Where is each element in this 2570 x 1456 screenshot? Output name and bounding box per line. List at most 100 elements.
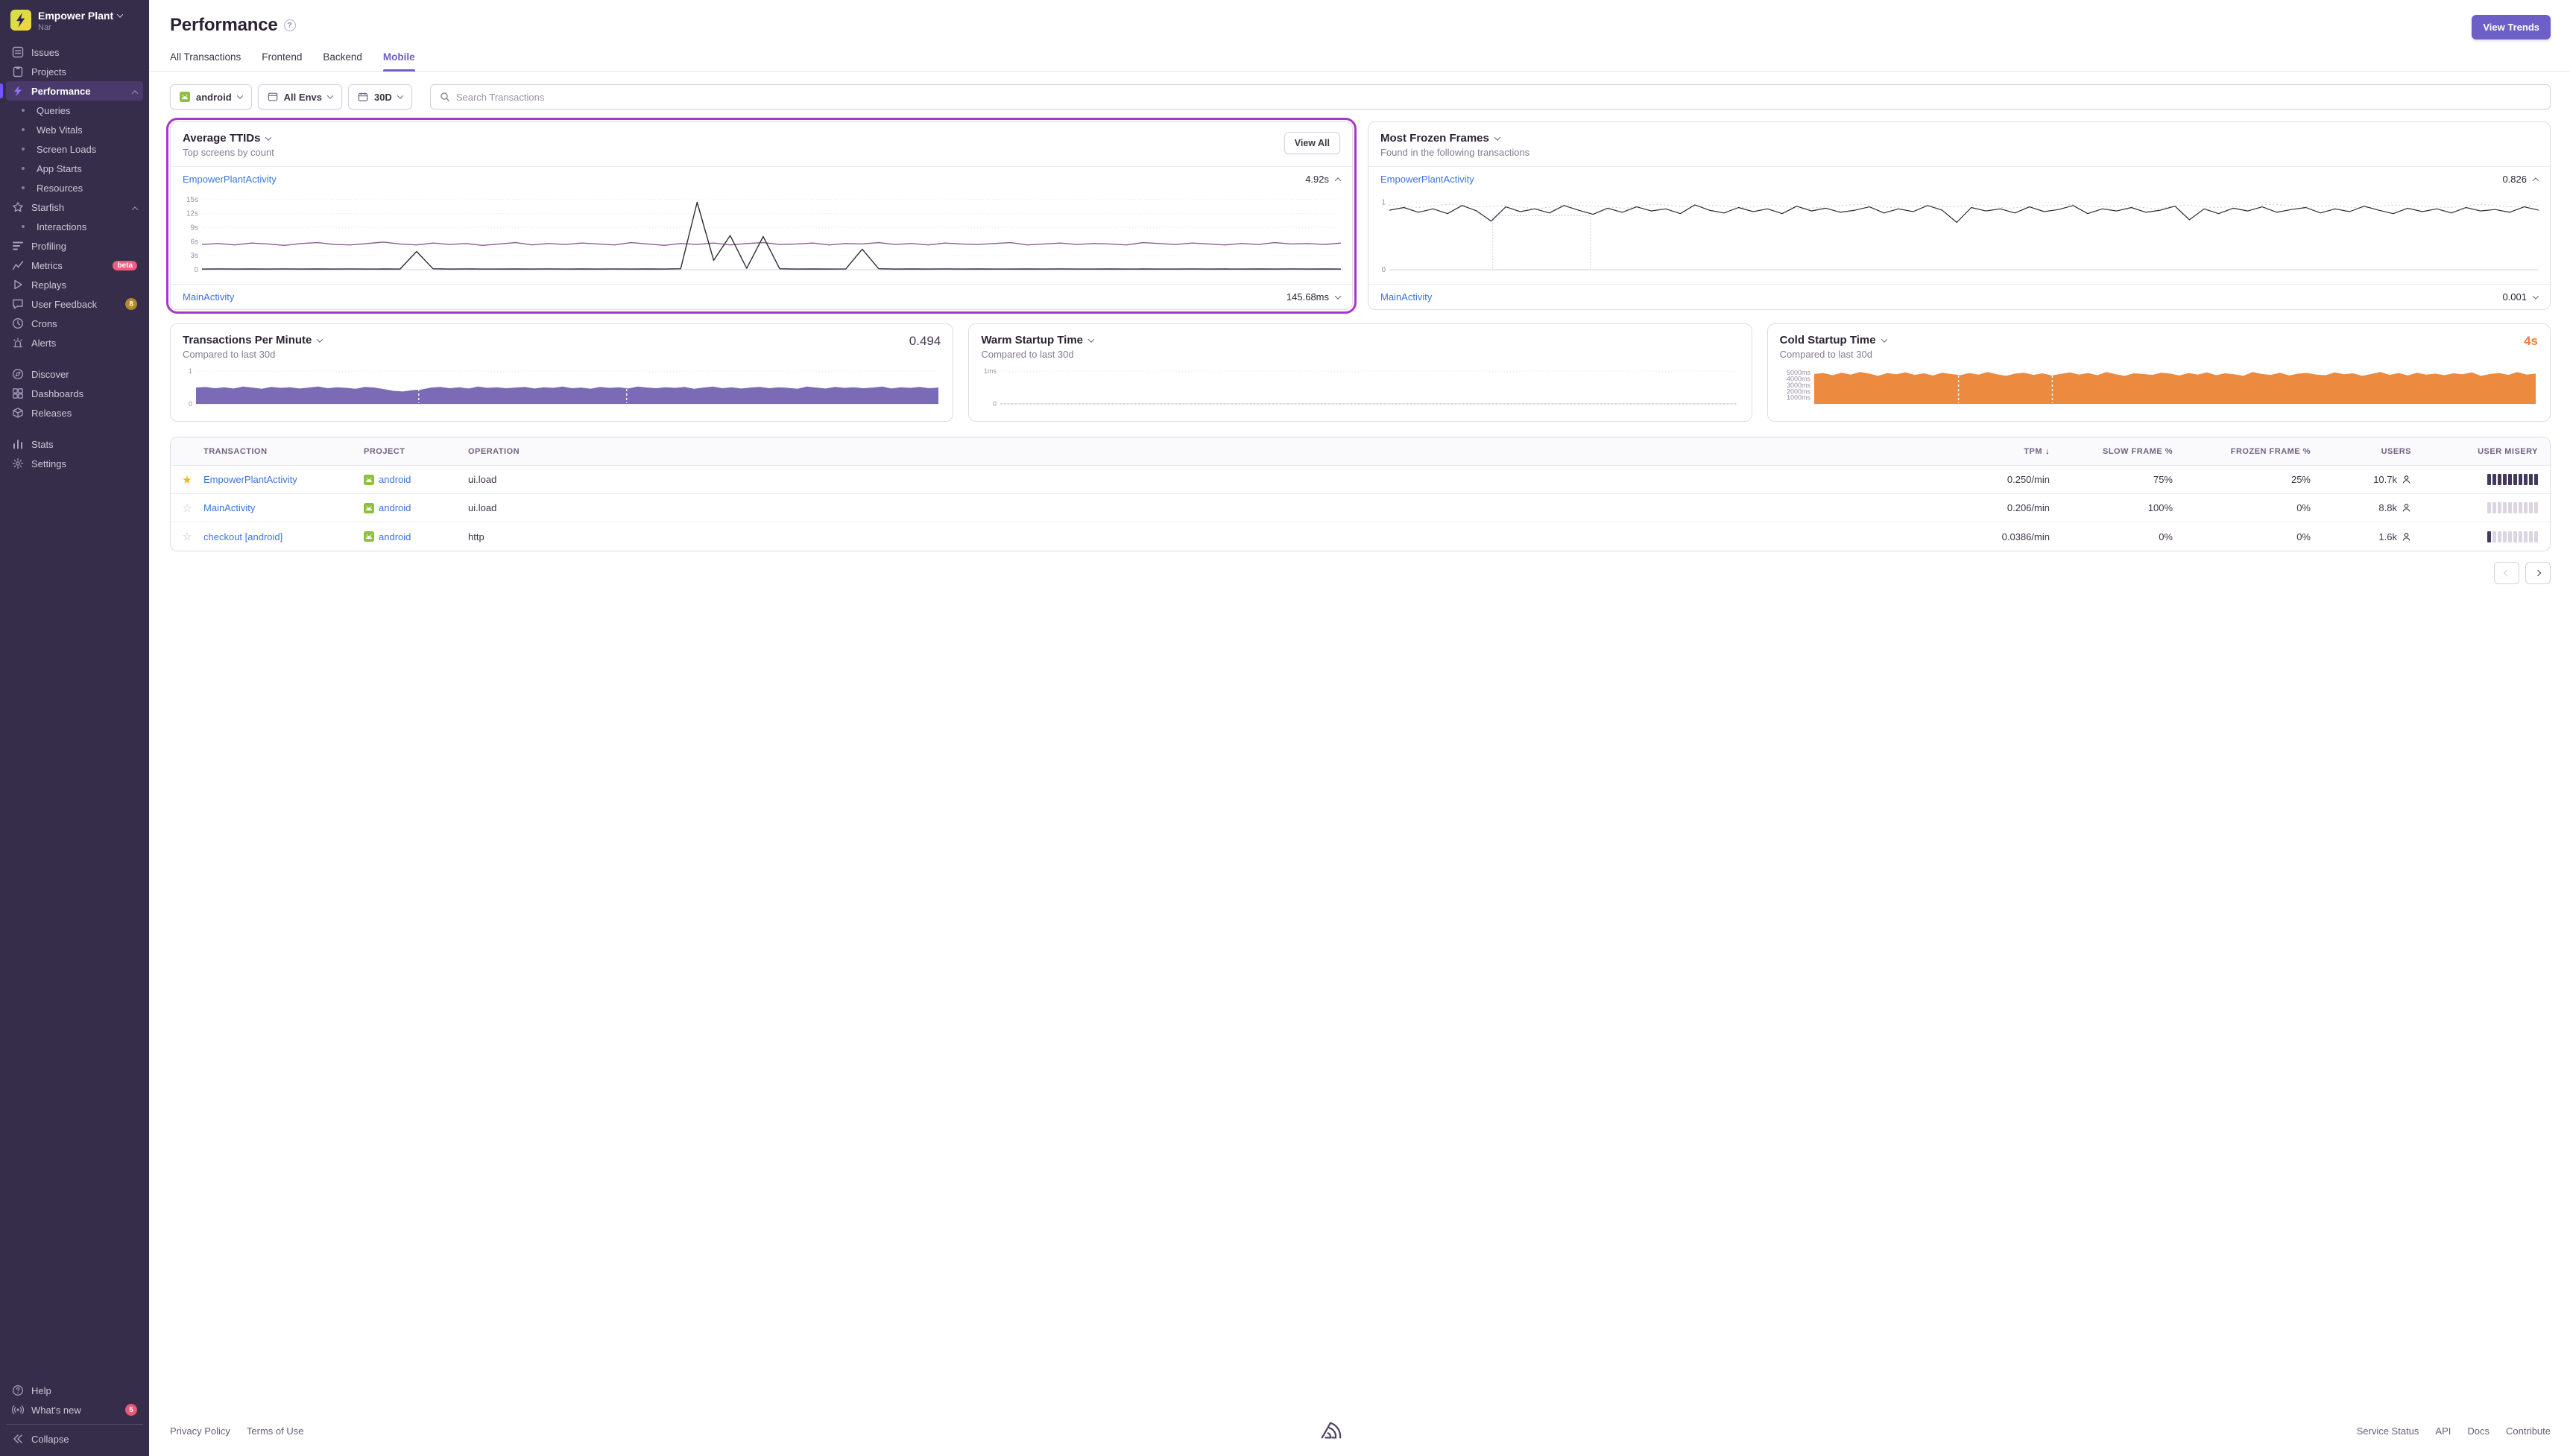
sidebar-item-help[interactable]: Help xyxy=(6,1381,143,1400)
chevron-down-icon[interactable] xyxy=(265,134,271,140)
footer-link-api[interactable]: API xyxy=(2435,1425,2451,1437)
sidebar-item-label: Issues xyxy=(31,47,60,58)
slow-frame-cell: 75% xyxy=(2062,474,2185,485)
transaction-link[interactable]: MainActivity xyxy=(183,291,234,303)
sidebar-item-starfish[interactable]: Starfish xyxy=(6,197,143,217)
footer-link-service-status[interactable]: Service Status xyxy=(2357,1425,2419,1437)
sidebar-item-alerts[interactable]: Alerts xyxy=(6,333,143,352)
sidebar-footer: HelpWhat's new5 Collapse xyxy=(0,1376,149,1456)
nav-spacer xyxy=(6,352,143,364)
help-icon[interactable]: ? xyxy=(284,19,296,31)
previous-page-button[interactable] xyxy=(2494,562,2519,584)
tab-all-transactions[interactable]: All Transactions xyxy=(170,51,241,71)
transaction-link[interactable]: EmpowerPlantActivity xyxy=(1380,174,1474,185)
transaction-link[interactable]: checkout [android] xyxy=(203,531,282,542)
chevron-down-icon[interactable] xyxy=(1881,336,1887,342)
sidebar-item-issues[interactable]: Issues xyxy=(6,42,143,62)
project-link[interactable]: android xyxy=(379,531,411,542)
sidebar-item-user-feedback[interactable]: User Feedback8 xyxy=(6,294,143,314)
chevron-down-icon[interactable] xyxy=(1494,134,1500,140)
sidebar-item-interactions[interactable]: Interactions xyxy=(6,217,143,236)
chevron-down-icon[interactable] xyxy=(2533,293,2539,299)
sidebar-item-settings[interactable]: Settings xyxy=(6,454,143,473)
sidebar-item-performance[interactable]: Performance xyxy=(6,81,143,101)
widget-title: Transactions Per Minute xyxy=(183,334,312,346)
footer-link-docs[interactable]: Docs xyxy=(2467,1425,2490,1437)
sidebar-item-queries[interactable]: Queries xyxy=(6,101,143,120)
sidebar-item-discover[interactable]: Discover xyxy=(6,364,143,384)
chevron-down-icon[interactable] xyxy=(317,336,323,342)
filter-bar: android All Envs 30D xyxy=(170,84,2551,110)
date-range-dropdown[interactable]: 30D xyxy=(348,84,412,110)
transaction-link[interactable]: MainActivity xyxy=(1380,291,1432,303)
sidebar-item-what-s-new[interactable]: What's new5 xyxy=(6,1400,143,1419)
sidebar-item-label: Replays xyxy=(31,279,66,291)
search-transactions-box[interactable] xyxy=(430,84,2551,110)
sidebar-item-dashboards[interactable]: Dashboards xyxy=(6,384,143,403)
sidebar-item-resources[interactable]: Resources xyxy=(6,178,143,197)
column-header-slow-frame[interactable]: Slow Frame % xyxy=(2062,447,2185,456)
column-header-user-misery[interactable]: User Misery xyxy=(2423,447,2550,456)
tpm-cell: 0.206/min xyxy=(1950,502,2062,513)
bullet-icon xyxy=(22,167,25,170)
favorite-toggle[interactable]: ☆ xyxy=(171,530,203,543)
chevron-up-icon[interactable] xyxy=(2533,177,2539,183)
transaction-link[interactable]: EmpowerPlantActivity xyxy=(183,174,277,185)
user-misery-bars xyxy=(2487,502,2538,513)
column-header-users[interactable]: Users xyxy=(2323,447,2423,456)
footer-link-contribute[interactable]: Contribute xyxy=(2506,1425,2551,1437)
column-header-tpm[interactable]: TPM↓ xyxy=(1950,447,2062,456)
column-header-project[interactable]: Project xyxy=(364,447,468,456)
org-switcher[interactable]: Empower Plant Nar xyxy=(0,0,149,39)
chevron-down-icon[interactable] xyxy=(1088,336,1094,342)
project-link[interactable]: android xyxy=(379,502,411,513)
next-page-button[interactable] xyxy=(2525,562,2551,584)
sidebar-item-app-starts[interactable]: App Starts xyxy=(6,159,143,178)
tab-backend[interactable]: Backend xyxy=(323,51,362,71)
sidebar-item-stats[interactable]: Stats xyxy=(6,434,143,454)
dashboards-icon xyxy=(12,387,25,399)
column-header-frozen-frame[interactable]: Frozen Frame % xyxy=(2185,447,2323,456)
android-platform-icon xyxy=(364,531,374,542)
tpm-cell: 0.0386/min xyxy=(1950,531,2062,542)
tab-mobile[interactable]: Mobile xyxy=(383,51,415,71)
android-platform-icon xyxy=(364,503,374,513)
chevron-up-icon xyxy=(133,86,137,97)
sidebar-item-metrics[interactable]: Metricsbeta xyxy=(6,256,143,275)
search-transactions-input[interactable] xyxy=(456,92,2541,103)
footer-link-privacy-policy[interactable]: Privacy Policy xyxy=(170,1425,230,1437)
badge: 8 xyxy=(125,298,137,310)
sidebar-item-replays[interactable]: Replays xyxy=(6,275,143,294)
column-header-operation[interactable]: Operation xyxy=(468,447,1950,456)
svg-text:1: 1 xyxy=(189,367,192,375)
table-row: ☆checkout [android]androidhttp0.0386/min… xyxy=(171,522,2550,551)
pagination xyxy=(170,562,2551,584)
sidebar-item-profiling[interactable]: Profiling xyxy=(6,236,143,256)
project-link[interactable]: android xyxy=(379,474,411,485)
chevron-up-icon[interactable] xyxy=(1335,177,1341,183)
svg-text:0: 0 xyxy=(194,266,198,274)
transactions-per-minute-widget: Transactions Per Minute Compared to last… xyxy=(170,323,953,422)
sidebar-item-collapse[interactable]: Collapse xyxy=(6,1429,143,1449)
favorite-toggle[interactable]: ★ xyxy=(171,473,203,487)
sidebar-item-projects[interactable]: Projects xyxy=(6,62,143,81)
project-filter-dropdown[interactable]: android xyxy=(170,84,252,110)
chevron-down-icon[interactable] xyxy=(1335,293,1341,299)
cold-startup-time-widget: Cold Startup Time Compared to last 30d 4… xyxy=(1767,323,2551,422)
widget-subtitle: Top screens by count xyxy=(183,147,274,158)
view-trends-button[interactable]: View Trends xyxy=(2472,15,2551,39)
sidebar-item-web-vitals[interactable]: Web Vitals xyxy=(6,120,143,139)
star-outline-icon: ☆ xyxy=(182,501,192,515)
environment-filter-dropdown[interactable]: All Envs xyxy=(258,84,342,110)
sidebar-item-releases[interactable]: Releases xyxy=(6,403,143,422)
sidebar-item-screen-loads[interactable]: Screen Loads xyxy=(6,139,143,159)
column-header-transaction[interactable]: Transaction xyxy=(203,447,364,456)
view-all-button[interactable]: View All xyxy=(1284,132,1340,154)
footer-link-terms-of-use[interactable]: Terms of Use xyxy=(247,1425,304,1437)
favorite-toggle[interactable]: ☆ xyxy=(171,501,203,515)
sidebar-item-label: Profiling xyxy=(31,241,66,252)
transaction-link[interactable]: EmpowerPlantActivity xyxy=(203,474,297,485)
tab-frontend[interactable]: Frontend xyxy=(262,51,302,71)
sidebar-item-crons[interactable]: Crons xyxy=(6,314,143,333)
transaction-link[interactable]: MainActivity xyxy=(203,502,255,513)
